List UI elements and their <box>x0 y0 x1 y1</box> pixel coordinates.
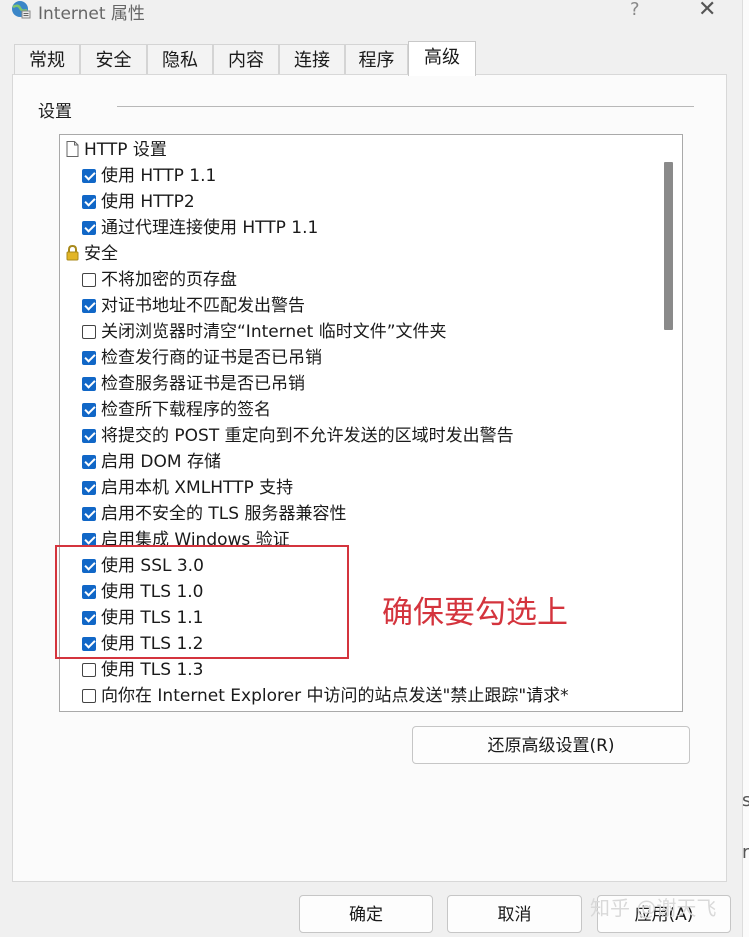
settings-option-label: 使用 HTTP 1.1 <box>101 166 217 186</box>
settings-option[interactable]: 检查发行商的证书是否已吊销 <box>82 345 322 371</box>
tab-content[interactable]: 内容 <box>213 44 279 74</box>
settings-option-label: 使用 HTTP2 <box>101 192 195 212</box>
watermark: 知乎 @谢天飞 <box>590 896 717 920</box>
settings-option-label: 向你在 Internet Explorer 中访问的站点发送"禁止跟踪"请求* <box>101 686 569 706</box>
scrollbar-thumb[interactable] <box>664 162 673 330</box>
checkbox-checked[interactable] <box>82 481 96 495</box>
settings-option-label: 启用本机 XMLHTTP 支持 <box>101 478 294 498</box>
title-bar: Internet 属性 ? ✕ <box>0 0 749 26</box>
checkbox-checked[interactable] <box>82 455 96 469</box>
checkbox-unchecked[interactable] <box>82 689 96 703</box>
settings-option-label: 不将加密的页存盘 <box>101 270 237 290</box>
checkbox-checked[interactable] <box>82 195 96 209</box>
settings-option[interactable]: 不将加密的页存盘 <box>82 267 237 293</box>
settings-option-label: 使用 TLS 1.3 <box>101 660 204 680</box>
settings-option-label: 对证书地址不匹配发出警告 <box>101 296 305 316</box>
checkbox-checked[interactable] <box>82 507 96 521</box>
settings-option-label: 启用 DOM 存储 <box>101 452 221 472</box>
settings-option[interactable]: 启用本机 XMLHTTP 支持 <box>82 475 293 501</box>
settings-option-label: 将提交的 POST 重定向到不允许发送的区域时发出警告 <box>101 426 514 446</box>
annotation-text: 确保要勾选上 <box>382 595 568 631</box>
settings-category: HTTP 设置 <box>64 137 167 163</box>
settings-option[interactable]: 对证书地址不匹配发出警告 <box>82 293 305 319</box>
tab-programs[interactable]: 程序 <box>345 44 408 74</box>
lock-icon <box>66 244 79 261</box>
settings-option[interactable]: 使用 HTTP 1.1 <box>82 163 216 189</box>
close-button[interactable]: ✕ <box>698 0 716 22</box>
checkbox-checked[interactable] <box>82 403 96 417</box>
tab-connections[interactable]: 连接 <box>279 44 345 74</box>
page-icon <box>66 141 79 157</box>
checkbox-checked[interactable] <box>82 169 96 183</box>
settings-option[interactable]: 向你在 Internet Explorer 中访问的站点发送"禁止跟踪"请求* <box>82 683 569 709</box>
help-button[interactable]: ? <box>630 0 640 20</box>
settings-option[interactable]: 检查所下载程序的签名 <box>82 397 271 423</box>
settings-group-label: 设置 <box>38 102 72 122</box>
checkbox-unchecked[interactable] <box>82 663 96 677</box>
checkbox-checked[interactable] <box>82 351 96 365</box>
tab-security[interactable]: 安全 <box>80 44 147 74</box>
settings-option-label: 安全 <box>84 244 118 264</box>
ok-button[interactable]: 确定 <box>299 895 433 933</box>
settings-option-label: HTTP 设置 <box>84 140 167 160</box>
settings-option-label: 通过代理连接使用 HTTP 1.1 <box>101 218 319 238</box>
settings-option[interactable]: 检查服务器证书是否已吊销 <box>82 371 305 397</box>
settings-option[interactable]: 使用 HTTP2 <box>82 189 195 215</box>
checkbox-checked[interactable] <box>82 221 96 235</box>
settings-option-label: 关闭浏览器时清空“Internet 临时文件”文件夹 <box>101 322 447 342</box>
checkbox-unchecked[interactable] <box>82 273 96 287</box>
checkbox-checked[interactable] <box>82 429 96 443</box>
group-divider <box>117 106 694 107</box>
cancel-button[interactable]: 取消 <box>447 895 582 933</box>
settings-option-label: 检查所下载程序的签名 <box>101 400 271 420</box>
settings-option-label: 启用不安全的 TLS 服务器兼容性 <box>101 504 347 524</box>
settings-category: 安全 <box>64 241 118 267</box>
tab-general[interactable]: 常规 <box>14 44 80 74</box>
checkbox-checked[interactable] <box>82 299 96 313</box>
settings-option[interactable]: 启用 DOM 存储 <box>82 449 221 475</box>
settings-option[interactable]: 通过代理连接使用 HTTP 1.1 <box>82 215 318 241</box>
highlight-box <box>55 545 349 659</box>
checkbox-checked[interactable] <box>82 377 96 391</box>
settings-option-label: 检查服务器证书是否已吊销 <box>101 374 305 394</box>
checkbox-unchecked[interactable] <box>82 325 96 339</box>
window-title: Internet 属性 <box>38 4 145 24</box>
settings-option-label: 检查发行商的证书是否已吊销 <box>101 348 322 368</box>
settings-option[interactable]: 启用不安全的 TLS 服务器兼容性 <box>82 501 346 527</box>
background-window-glyph: s <box>742 790 749 811</box>
settings-option[interactable]: 将提交的 POST 重定向到不允许发送的区域时发出警告 <box>82 423 514 449</box>
restore-advanced-button[interactable]: 还原高级设置(R) <box>412 726 690 764</box>
settings-option[interactable]: 使用 TLS 1.3 <box>82 657 204 683</box>
tab-advanced[interactable]: 高级 <box>408 41 476 76</box>
background-window-glyph: r <box>742 842 749 863</box>
internet-options-icon <box>12 1 31 19</box>
tab-privacy[interactable]: 隐私 <box>147 44 213 74</box>
settings-option[interactable]: 关闭浏览器时清空“Internet 临时文件”文件夹 <box>82 319 447 345</box>
